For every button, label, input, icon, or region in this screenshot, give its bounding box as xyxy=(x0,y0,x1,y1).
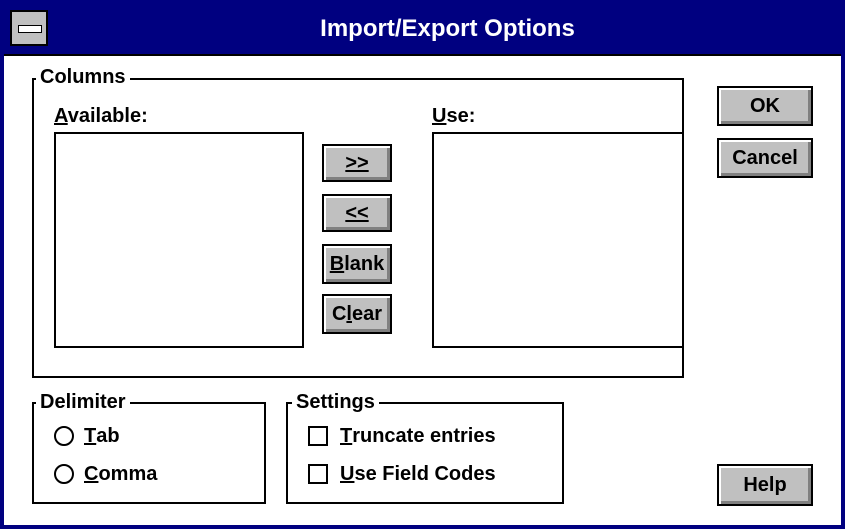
window-title: Import/Export Options xyxy=(320,15,575,42)
delimiter-legend: Delimiter xyxy=(36,391,130,413)
cancel-button[interactable]: Cancel xyxy=(717,138,813,178)
truncate-entries-checkbox[interactable] xyxy=(308,426,328,446)
available-list[interactable] xyxy=(54,132,304,348)
add-column-button[interactable]: >> xyxy=(322,144,392,182)
use-label: Use: xyxy=(432,105,476,127)
system-menu-icon xyxy=(18,25,42,33)
settings-group xyxy=(286,402,564,504)
truncate-entries-option[interactable]: Truncate entries xyxy=(308,422,496,450)
comma-radio-option[interactable]: Comma xyxy=(54,460,157,488)
system-menu-button[interactable] xyxy=(10,10,48,46)
tab-radio-option[interactable]: Tab xyxy=(54,422,120,450)
comma-radio[interactable] xyxy=(54,464,74,484)
settings-legend: Settings xyxy=(292,391,379,413)
blank-button[interactable]: Blank xyxy=(322,244,392,284)
import-export-dialog: Import/Export Options Columns Available:… xyxy=(0,0,845,529)
available-label: Available: xyxy=(54,105,148,127)
remove-column-button[interactable]: << xyxy=(322,194,392,232)
help-button[interactable]: Help xyxy=(717,464,813,506)
columns-legend: Columns xyxy=(36,66,130,88)
clear-button[interactable]: Clear xyxy=(322,294,392,334)
use-field-codes-option[interactable]: Use Field Codes xyxy=(308,460,496,488)
use-field-codes-checkbox[interactable] xyxy=(308,464,328,484)
tab-radio[interactable] xyxy=(54,426,74,446)
ok-button[interactable]: OK xyxy=(717,86,813,126)
title-bar: Import/Export Options xyxy=(4,4,841,56)
delimiter-group xyxy=(32,402,266,504)
use-list[interactable] xyxy=(432,132,684,348)
